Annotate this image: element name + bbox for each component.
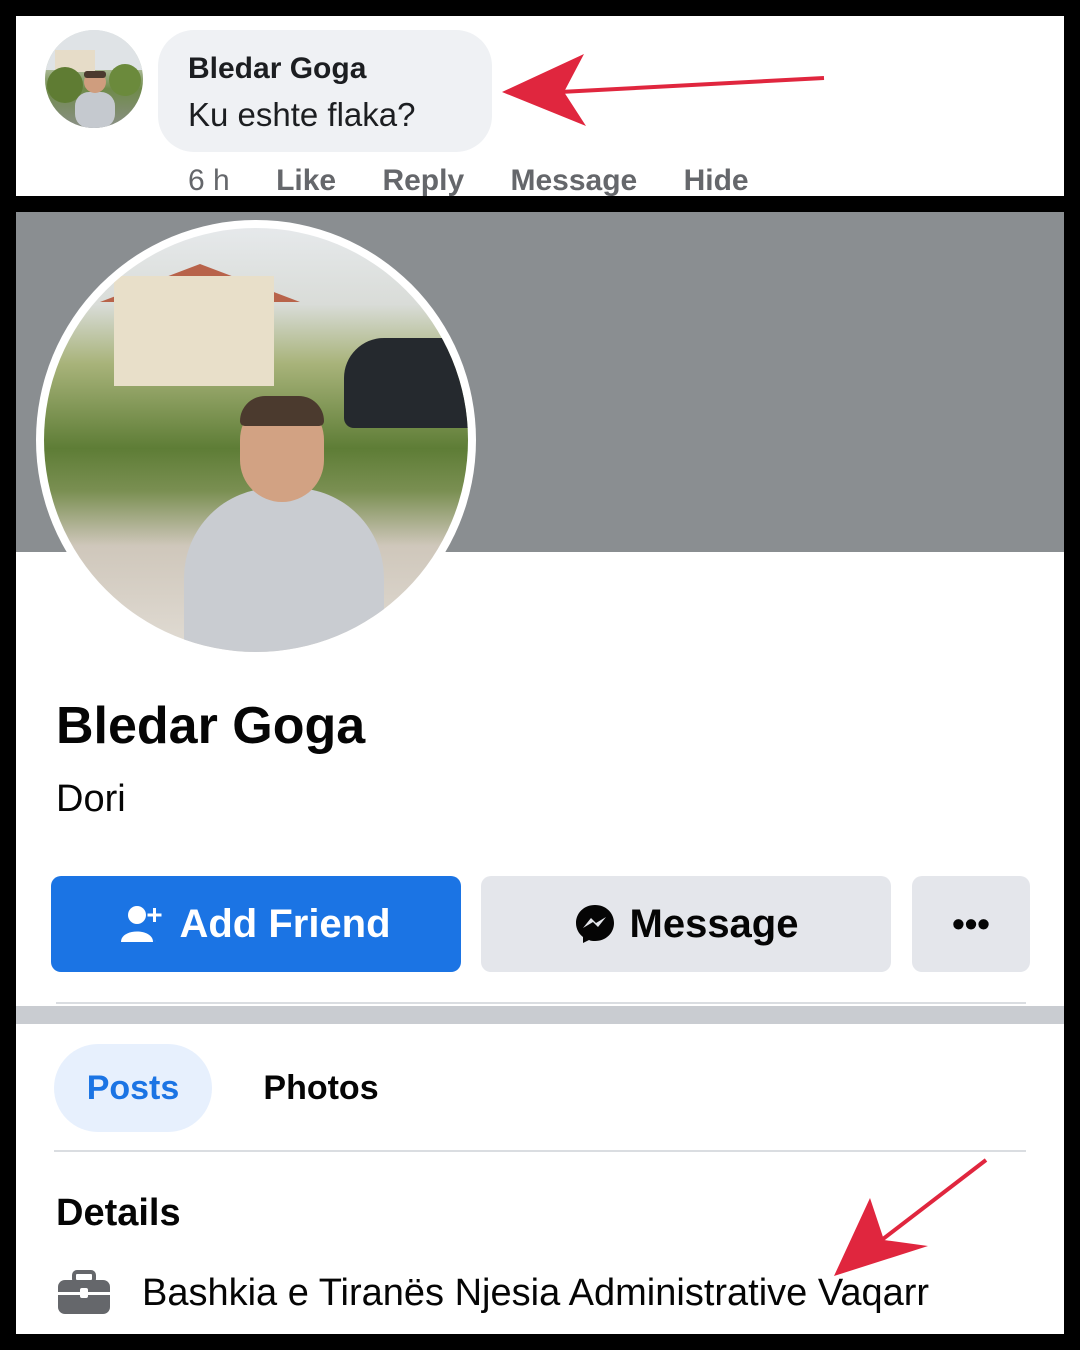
section-divider bbox=[16, 1006, 1064, 1024]
comment-actions: 6 h Like Reply Message Hide bbox=[188, 164, 787, 196]
car bbox=[344, 338, 468, 428]
message-button[interactable]: Message bbox=[481, 876, 891, 972]
annotation-arrow-icon bbox=[834, 1158, 988, 1276]
like-link[interactable]: Like bbox=[276, 164, 336, 196]
person-shirt bbox=[184, 488, 384, 652]
profile-name: Bledar Goga bbox=[56, 697, 366, 755]
messenger-icon bbox=[575, 905, 614, 943]
profile-subtitle: Dori bbox=[56, 778, 126, 820]
annotation-arrow-icon bbox=[502, 54, 825, 126]
comment-text: Ku eshte flaka? bbox=[188, 96, 416, 133]
separator bbox=[54, 1150, 1026, 1152]
more-options-button[interactable]: ••• bbox=[912, 876, 1030, 972]
profile-panel: Bledar Goga Dori Add Friend Message ••• … bbox=[16, 212, 1064, 1334]
house bbox=[114, 276, 274, 386]
tab-posts[interactable]: Posts bbox=[54, 1044, 212, 1132]
reply-link[interactable]: Reply bbox=[382, 164, 464, 196]
hide-link[interactable]: Hide bbox=[684, 164, 749, 196]
separator bbox=[56, 1002, 1026, 1004]
avatar-photo bbox=[45, 30, 143, 128]
person-hair bbox=[240, 396, 324, 426]
commenter-avatar[interactable] bbox=[45, 30, 143, 128]
details-heading: Details bbox=[56, 1192, 181, 1234]
profile-picture[interactable] bbox=[36, 220, 476, 660]
comment-panel: Bledar Goga Ku eshte flaka? 6 h Like Rep… bbox=[16, 16, 1064, 196]
comment-author[interactable]: Bledar Goga bbox=[188, 52, 366, 86]
add-friend-icon bbox=[121, 906, 162, 942]
message-label: Message bbox=[629, 901, 799, 946]
comment-bubble: Bledar Goga Ku eshte flaka? bbox=[158, 30, 492, 152]
more-icon: ••• bbox=[952, 903, 990, 944]
briefcase-icon bbox=[58, 1270, 110, 1314]
comment-time: 6 h bbox=[188, 164, 230, 196]
tab-photos[interactable]: Photos bbox=[236, 1044, 406, 1132]
add-friend-button[interactable]: Add Friend bbox=[51, 876, 461, 972]
work-text: Bashkia e Tiranës Njesia Administrative … bbox=[142, 1271, 930, 1314]
work-detail-row[interactable]: Bashkia e Tiranës Njesia Administrative … bbox=[56, 1270, 929, 1316]
message-link[interactable]: Message bbox=[510, 164, 637, 196]
add-friend-label: Add Friend bbox=[179, 901, 391, 946]
profile-picture-image bbox=[44, 228, 468, 652]
